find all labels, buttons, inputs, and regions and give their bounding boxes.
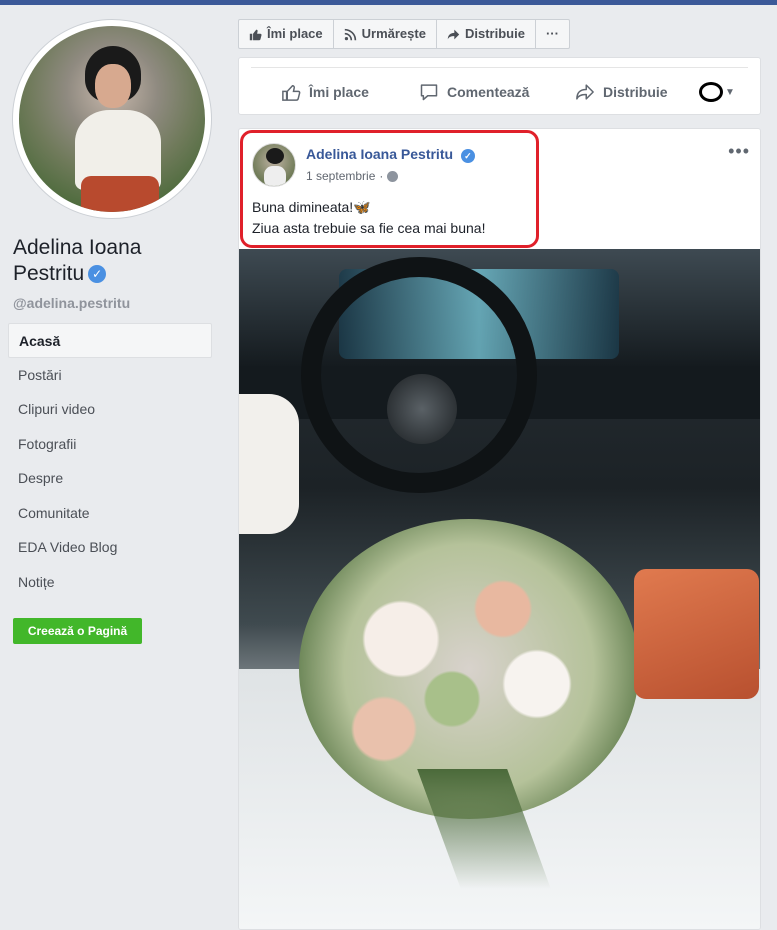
post-photo[interactable] (239, 249, 760, 929)
audience-dropdown[interactable]: ▼ (699, 82, 735, 102)
nav-item-posts[interactable]: Postări (8, 358, 212, 393)
like-page-label: Îmi place (267, 26, 323, 41)
share-button[interactable]: Distribuie (575, 76, 668, 108)
share-label: Distribuie (603, 84, 668, 100)
page-handle[interactable]: @adelina.pestritu (13, 295, 130, 311)
photo-handbag (634, 569, 759, 699)
share-page-button[interactable]: Distribuie (437, 20, 536, 48)
share-arrow-icon (447, 29, 460, 39)
like-page-button[interactable]: Îmi place (239, 20, 334, 48)
comment-bubble-icon (420, 84, 438, 101)
verified-badge-icon: ✓ (88, 265, 107, 283)
chevron-down-icon: ▼ (725, 86, 735, 98)
share-page-label: Distribuie (464, 26, 525, 41)
photo-wheel-hub (387, 374, 457, 444)
feed-post: Adelina Ioana Pestritu ✓ 1 septembrie · … (238, 128, 761, 930)
nav-item-videos[interactable]: Clipuri video (8, 392, 212, 427)
share-arrow-icon (576, 84, 594, 100)
nav-item-about[interactable]: Despre (8, 461, 212, 496)
left-sidebar: Adelina Ioana Pestritu ✓ @adelina.pestrit… (0, 5, 224, 930)
like-label: Îmi place (309, 84, 369, 100)
nav-item-photos[interactable]: Fotografii (8, 427, 212, 462)
post-action-bar: Îmi place Comentează Distribuie ▼ (239, 76, 760, 108)
more-options-button[interactable]: ··· (536, 20, 569, 48)
comment-label: Comentează (447, 84, 530, 100)
page-action-toolbar: Îmi place Urmărește Distribuie ··· (238, 19, 570, 49)
create-page-button[interactable]: Creează o Pagină (13, 618, 142, 644)
profile-name-text[interactable]: Adelina Ioana Pestritu (13, 236, 141, 285)
thumbs-up-icon (282, 84, 301, 101)
thumbs-up-icon (249, 29, 262, 40)
follow-label: Urmărește (361, 26, 426, 41)
previous-post-footer: Îmi place Comentează Distribuie ▼ (238, 57, 761, 115)
page-nav: Acasă Postări Clipuri video Fotografii D… (8, 323, 212, 599)
annotation-highlight-box (240, 130, 539, 248)
profile-photo-image (19, 26, 205, 212)
divider (251, 67, 748, 68)
nav-item-notes[interactable]: Notițe (8, 565, 212, 600)
nav-item-community[interactable]: Comunitate (8, 496, 212, 531)
nav-item-home[interactable]: Acasă (8, 323, 212, 358)
profile-picture[interactable] (13, 20, 211, 218)
photo-arm (239, 394, 299, 534)
comment-button[interactable]: Comentează (419, 76, 529, 108)
nav-item-video-blog[interactable]: EDA Video Blog (8, 530, 212, 565)
page-title[interactable]: Adelina Ioana Pestritu ✓ (13, 235, 213, 287)
like-button[interactable]: Îmi place (281, 76, 369, 108)
follow-button[interactable]: Urmărește (334, 20, 437, 48)
main-content: Îmi place Urmărește Distribuie ··· Îmi p… (224, 5, 777, 930)
annotation-circle (699, 82, 723, 102)
rss-icon (344, 28, 356, 40)
post-options-button[interactable]: ••• (728, 141, 750, 162)
